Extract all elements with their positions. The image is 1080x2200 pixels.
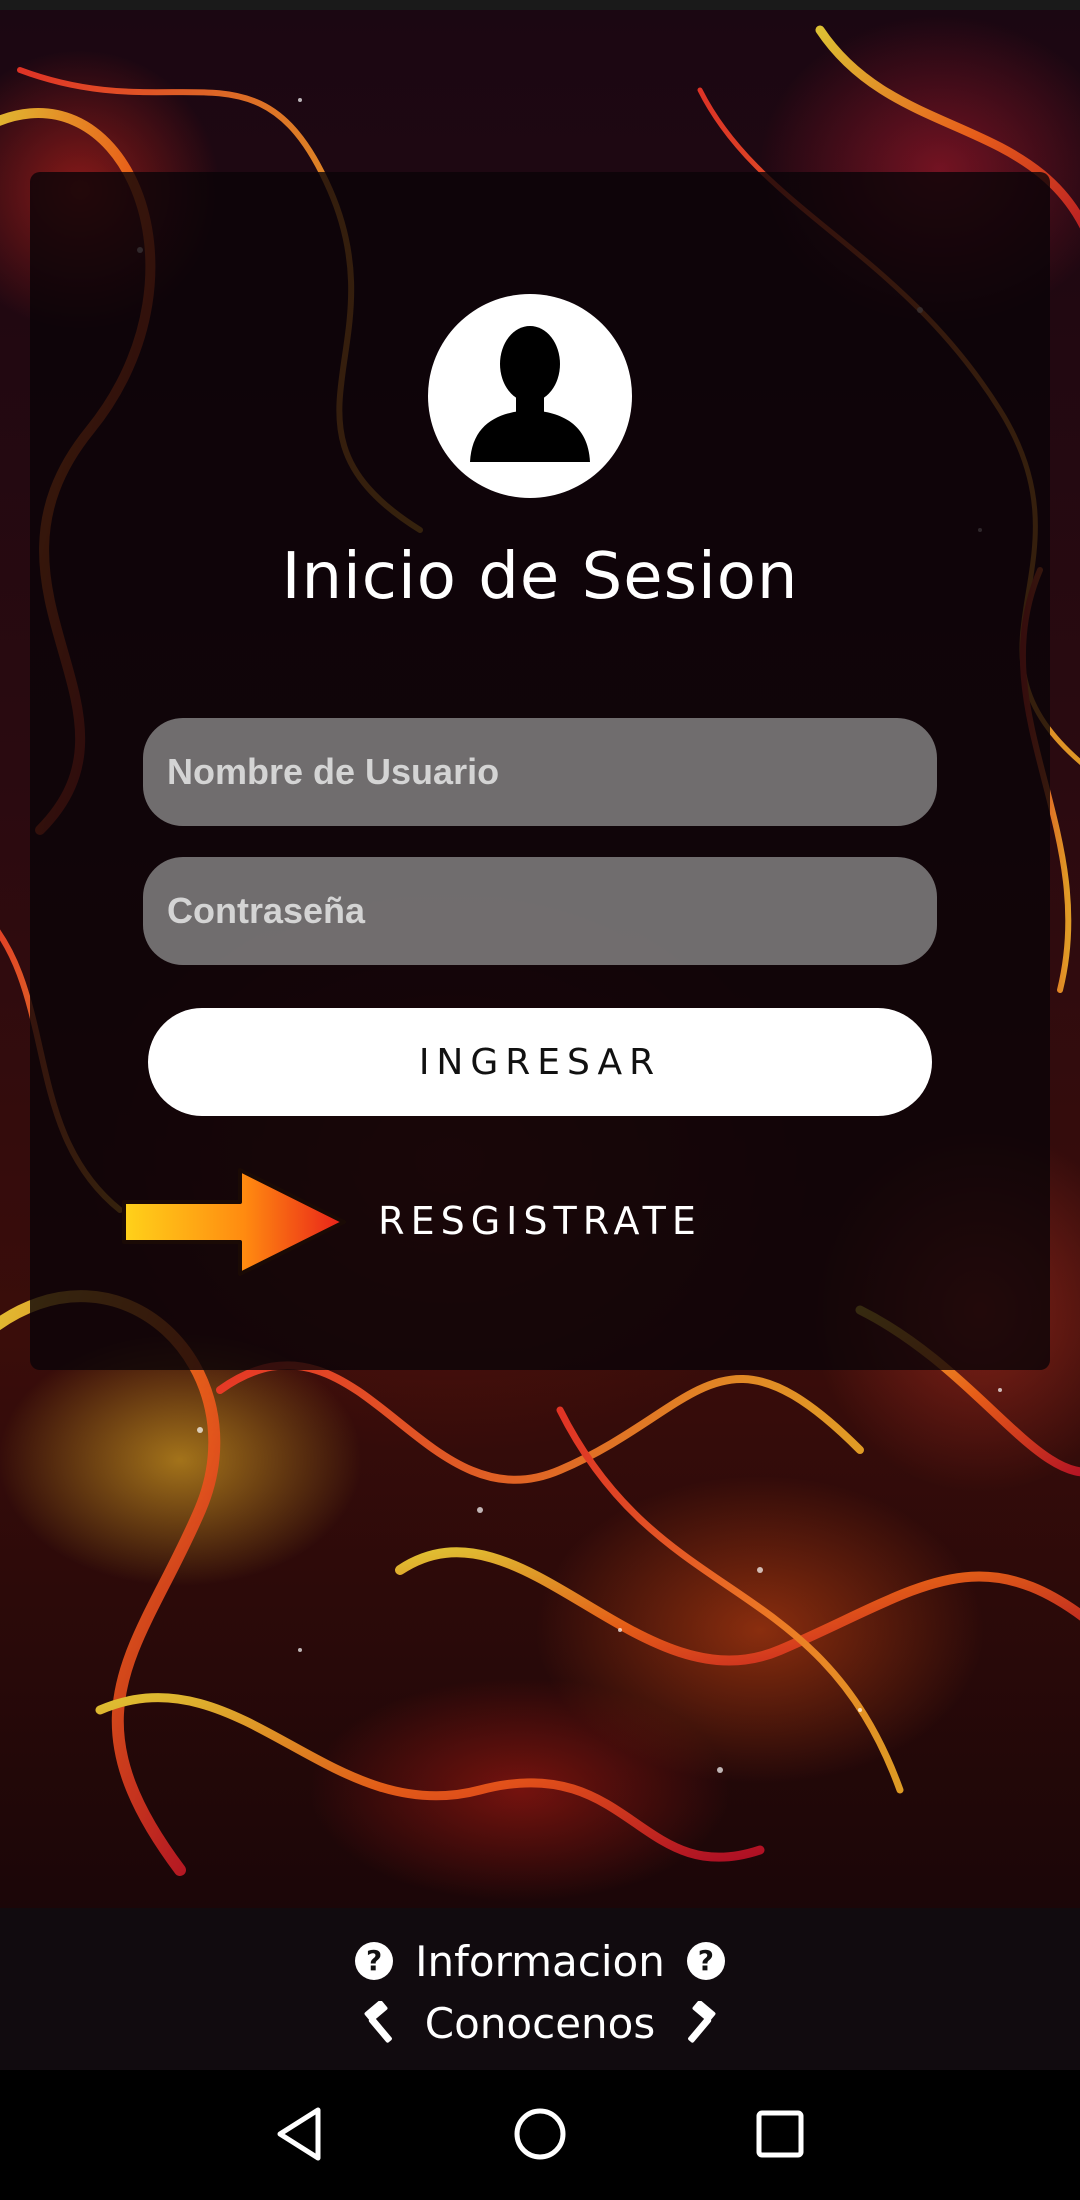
user-silhouette-icon <box>470 326 590 462</box>
login-button[interactable]: INGRESAR <box>148 1008 932 1116</box>
about-link[interactable]: Conocenos <box>0 1990 1080 2056</box>
triangle-back-icon[interactable] <box>268 2102 332 2166</box>
username-input[interactable] <box>143 718 937 826</box>
square-recents-icon[interactable] <box>748 2102 812 2166</box>
password-input[interactable] <box>143 857 937 965</box>
hammer-icon <box>688 2001 716 2043</box>
login-screen: Inicio de Sesion INGRESAR RESGISTRATE ? … <box>0 0 1080 2200</box>
hammer-icon <box>364 2001 392 2043</box>
circle-home-icon[interactable] <box>508 2102 572 2166</box>
about-link-label: Conocenos <box>424 1998 656 2048</box>
question-circle-icon: ? <box>355 1942 394 1980</box>
info-link-label: Informacion <box>415 1936 665 1986</box>
page-title: Inicio de Sesion <box>281 540 799 614</box>
avatar <box>428 294 632 498</box>
question-circle-icon: ? <box>686 1942 725 1980</box>
register-button[interactable]: RESGISTRATE <box>340 1190 740 1252</box>
status-bar <box>0 0 1080 10</box>
info-link[interactable]: ? Informacion ? <box>0 1928 1080 1994</box>
arrow-right-icon <box>122 1168 346 1276</box>
